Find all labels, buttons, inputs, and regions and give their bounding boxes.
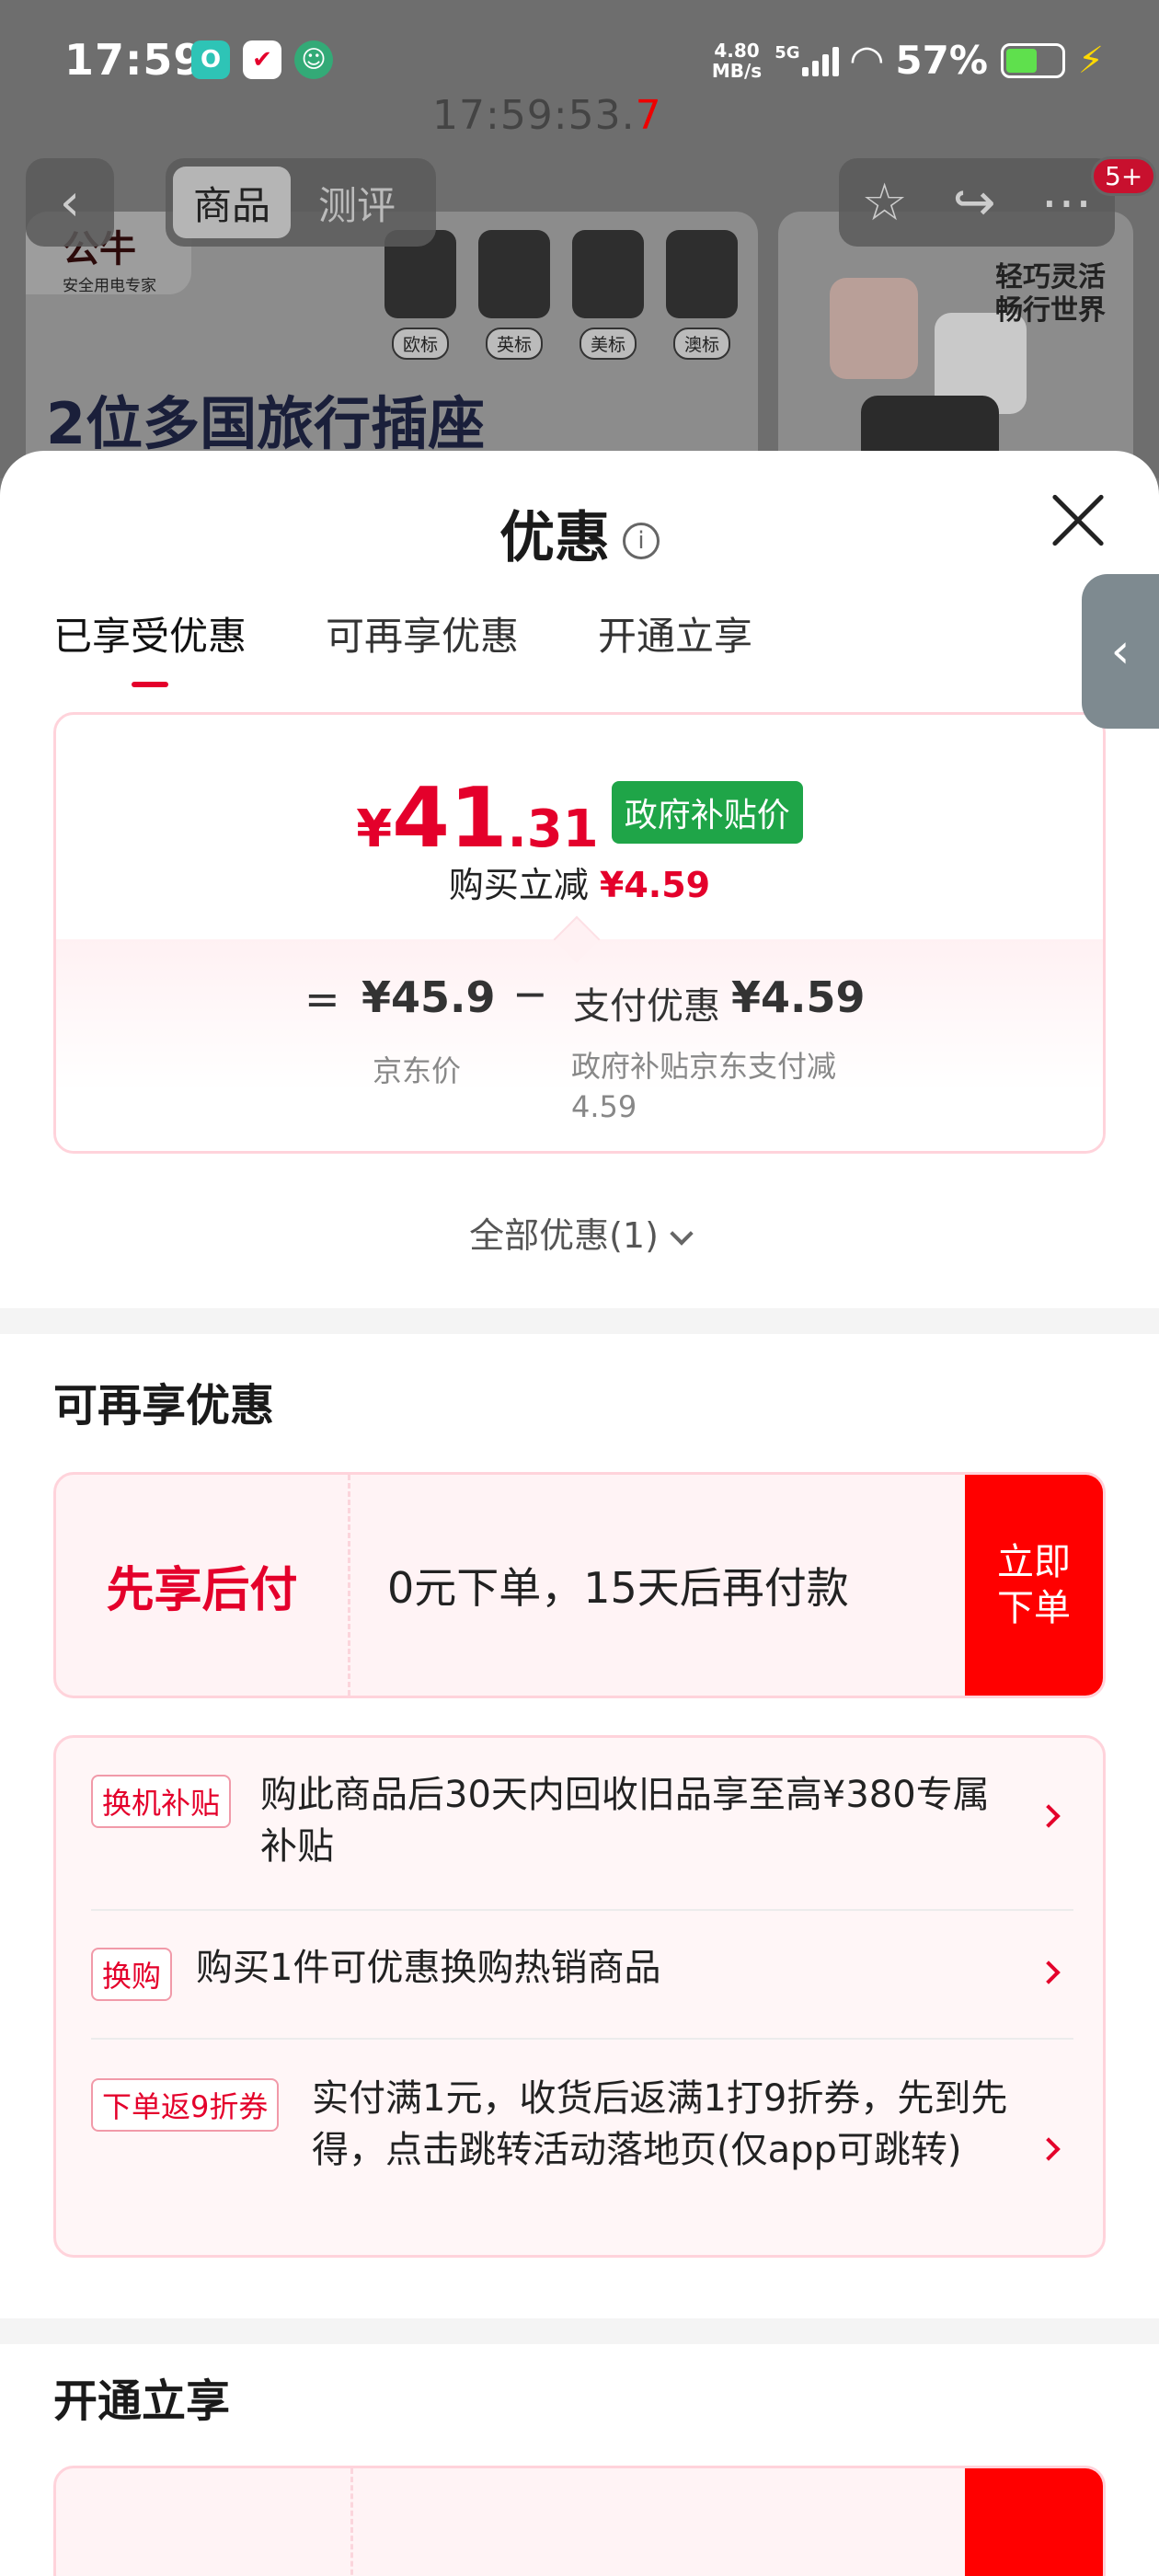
more-icon[interactable]: ⋯ — [1041, 173, 1093, 233]
side-drawer-handle[interactable]: ‹ — [1082, 574, 1159, 729]
pay-later-desc: 0元下单，15天后再付款 — [387, 1563, 849, 1613]
info-icon[interactable]: i — [623, 523, 660, 560]
tab-product[interactable]: 商品 — [173, 167, 292, 238]
offer-text: 购此商品后30天内回收旧品享至高¥380专属补贴 — [260, 1774, 990, 1868]
chevron-down-icon — [670, 1222, 694, 1246]
offer-tag: 换机补贴 — [91, 1775, 232, 1828]
final-price: ¥41.31 政府补贴价 — [56, 770, 1103, 867]
price-card: ¥41.31 政府补贴价 购买立减 ¥4.59 = ¥45.9 − 支付优惠 ¥4.… — [53, 712, 1106, 1154]
chevron-left-icon: ‹ — [59, 172, 81, 233]
tab-more-available[interactable]: 可再享优惠 — [326, 605, 519, 661]
tab-review[interactable]: 测评 — [298, 167, 416, 238]
product-tabs: 商品 测评 — [166, 158, 436, 247]
floating-clock: 17:59:53.7 — [432, 92, 662, 139]
product-banner-2: 轻巧灵活 畅行世界 — [778, 212, 1133, 478]
offer-text: 购买1件可优惠换购热销商品 — [196, 1947, 661, 1989]
brand-slogan: 安全用电专家 — [63, 277, 156, 295]
instant-reduction: 购买立减 ¥4.59 — [448, 865, 711, 905]
plug-eu: 欧标 — [384, 230, 456, 360]
share-icon[interactable]: ↪ — [953, 173, 996, 233]
banner-slogan: 轻巧灵活 畅行世界 — [995, 261, 1106, 327]
star-icon[interactable]: ☆ — [861, 173, 907, 233]
back-button[interactable]: ‹ — [26, 158, 114, 247]
app-notification-icon: O — [191, 40, 230, 79]
order-now-button[interactable]: 立即下单 — [965, 1475, 1103, 1696]
wifi-icon: ◠ — [851, 37, 883, 84]
plug-us: 美标 — [572, 230, 644, 360]
tab-open-enjoy[interactable]: 开通立享 — [598, 605, 752, 661]
notification-icons: O ✔ ☺ — [191, 40, 333, 79]
chevron-right-icon — [1037, 2137, 1061, 2161]
section-title-open: 开通立享 — [53, 2375, 231, 2427]
status-right: 4.80 MB/s 5G ◠ 57% ⚡ — [712, 37, 1104, 84]
chevron-right-icon — [1037, 1804, 1061, 1828]
product-banner: 公牛 安全用电专家 欧标 英标 美标 澳标 2位多国旅行插座 — [26, 212, 758, 478]
plug-types: 欧标 英标 美标 澳标 — [384, 230, 738, 360]
pay-later-label: 先享后付 — [56, 1475, 350, 1696]
battery-percent: 57% — [895, 38, 988, 83]
section-title-more: 可再享优惠 — [53, 1380, 275, 1432]
charging-icon: ⚡ — [1077, 39, 1104, 82]
jd-price: ¥45.9 — [361, 972, 496, 1022]
product-page-background: 公牛 安全用电专家 欧标 英标 美标 澳标 2位多国旅行插座 轻巧灵活 畅行世界… — [0, 0, 1159, 478]
offer-tag: 下单返9折券 — [91, 2078, 280, 2132]
offers-list: 换机补贴 购此商品后30天内回收旧品享至高¥380专属补贴 换购 购买1件可优惠… — [53, 1735, 1106, 2258]
net-speed: 4.80 MB/s — [711, 39, 763, 82]
payment-discount-amount: ¥4.59 — [731, 972, 866, 1022]
battery-icon — [1000, 42, 1065, 78]
sheet-tabs: 已享受优惠 可再享优惠 开通立享 — [53, 605, 752, 687]
pay-later-card: 先享后付 0元下单，15天后再付款 立即下单 — [53, 1472, 1106, 1698]
all-offers-toggle[interactable]: 全部优惠(1) — [0, 1207, 1159, 1258]
jd-price-label: 京东价 — [373, 1053, 462, 1088]
chevron-right-icon — [1037, 1961, 1061, 1984]
avatar-notification-icon: ☺ — [294, 40, 333, 79]
plug-au: 澳标 — [666, 230, 738, 360]
signal-icon: 5G — [775, 44, 839, 76]
payment-discount-label: 支付优惠 — [573, 985, 720, 1028]
list-item-coupon[interactable]: 下单返9折券 实付满1元，收货后返满1打9折券，先到先得，点击跳转活动落地页(仅… — [91, 2077, 1073, 2235]
payment-discount-desc: 政府补贴京东支付减4.59 — [571, 1049, 837, 1124]
chevron-left-icon: ‹ — [1110, 624, 1130, 679]
offer-tag: 换购 — [91, 1948, 173, 2001]
close-button[interactable] — [1049, 491, 1107, 550]
list-item-exchange[interactable]: 换购 购买1件可优惠换购热销商品 — [91, 1947, 1073, 2003]
tab-enjoyed[interactable]: 已享受优惠 — [53, 605, 247, 687]
sheet-title: 优惠 i — [0, 493, 1159, 573]
gov-subsidy-tag: 政府补贴价 — [611, 781, 803, 844]
banner-title: 2位多国旅行插座 — [46, 390, 486, 457]
message-badge: 5+ — [1091, 156, 1157, 196]
list-item-tradein[interactable]: 换机补贴 购此商品后30天内回收旧品享至高¥380专属补贴 — [91, 1774, 1073, 1868]
open-enjoy-card — [53, 2466, 1106, 2576]
discount-sheet: 优惠 i 已享受优惠 可再享优惠 开通立享 ¥41.31 政府补贴价 购买立减 ¥4.… — [0, 451, 1159, 2576]
plug-uk: 英标 — [478, 230, 550, 360]
nav-actions: ☆ ↪ ⋯ — [839, 158, 1115, 247]
offer-text: 实付满1元，收货后返满1打9折券，先到先得，点击跳转活动落地页(仅app可跳转) — [312, 2077, 1008, 2171]
open-enjoy-button[interactable] — [965, 2468, 1103, 2576]
status-time: 17:59 — [64, 35, 204, 85]
jd-notification-icon: ✔ — [243, 40, 281, 79]
